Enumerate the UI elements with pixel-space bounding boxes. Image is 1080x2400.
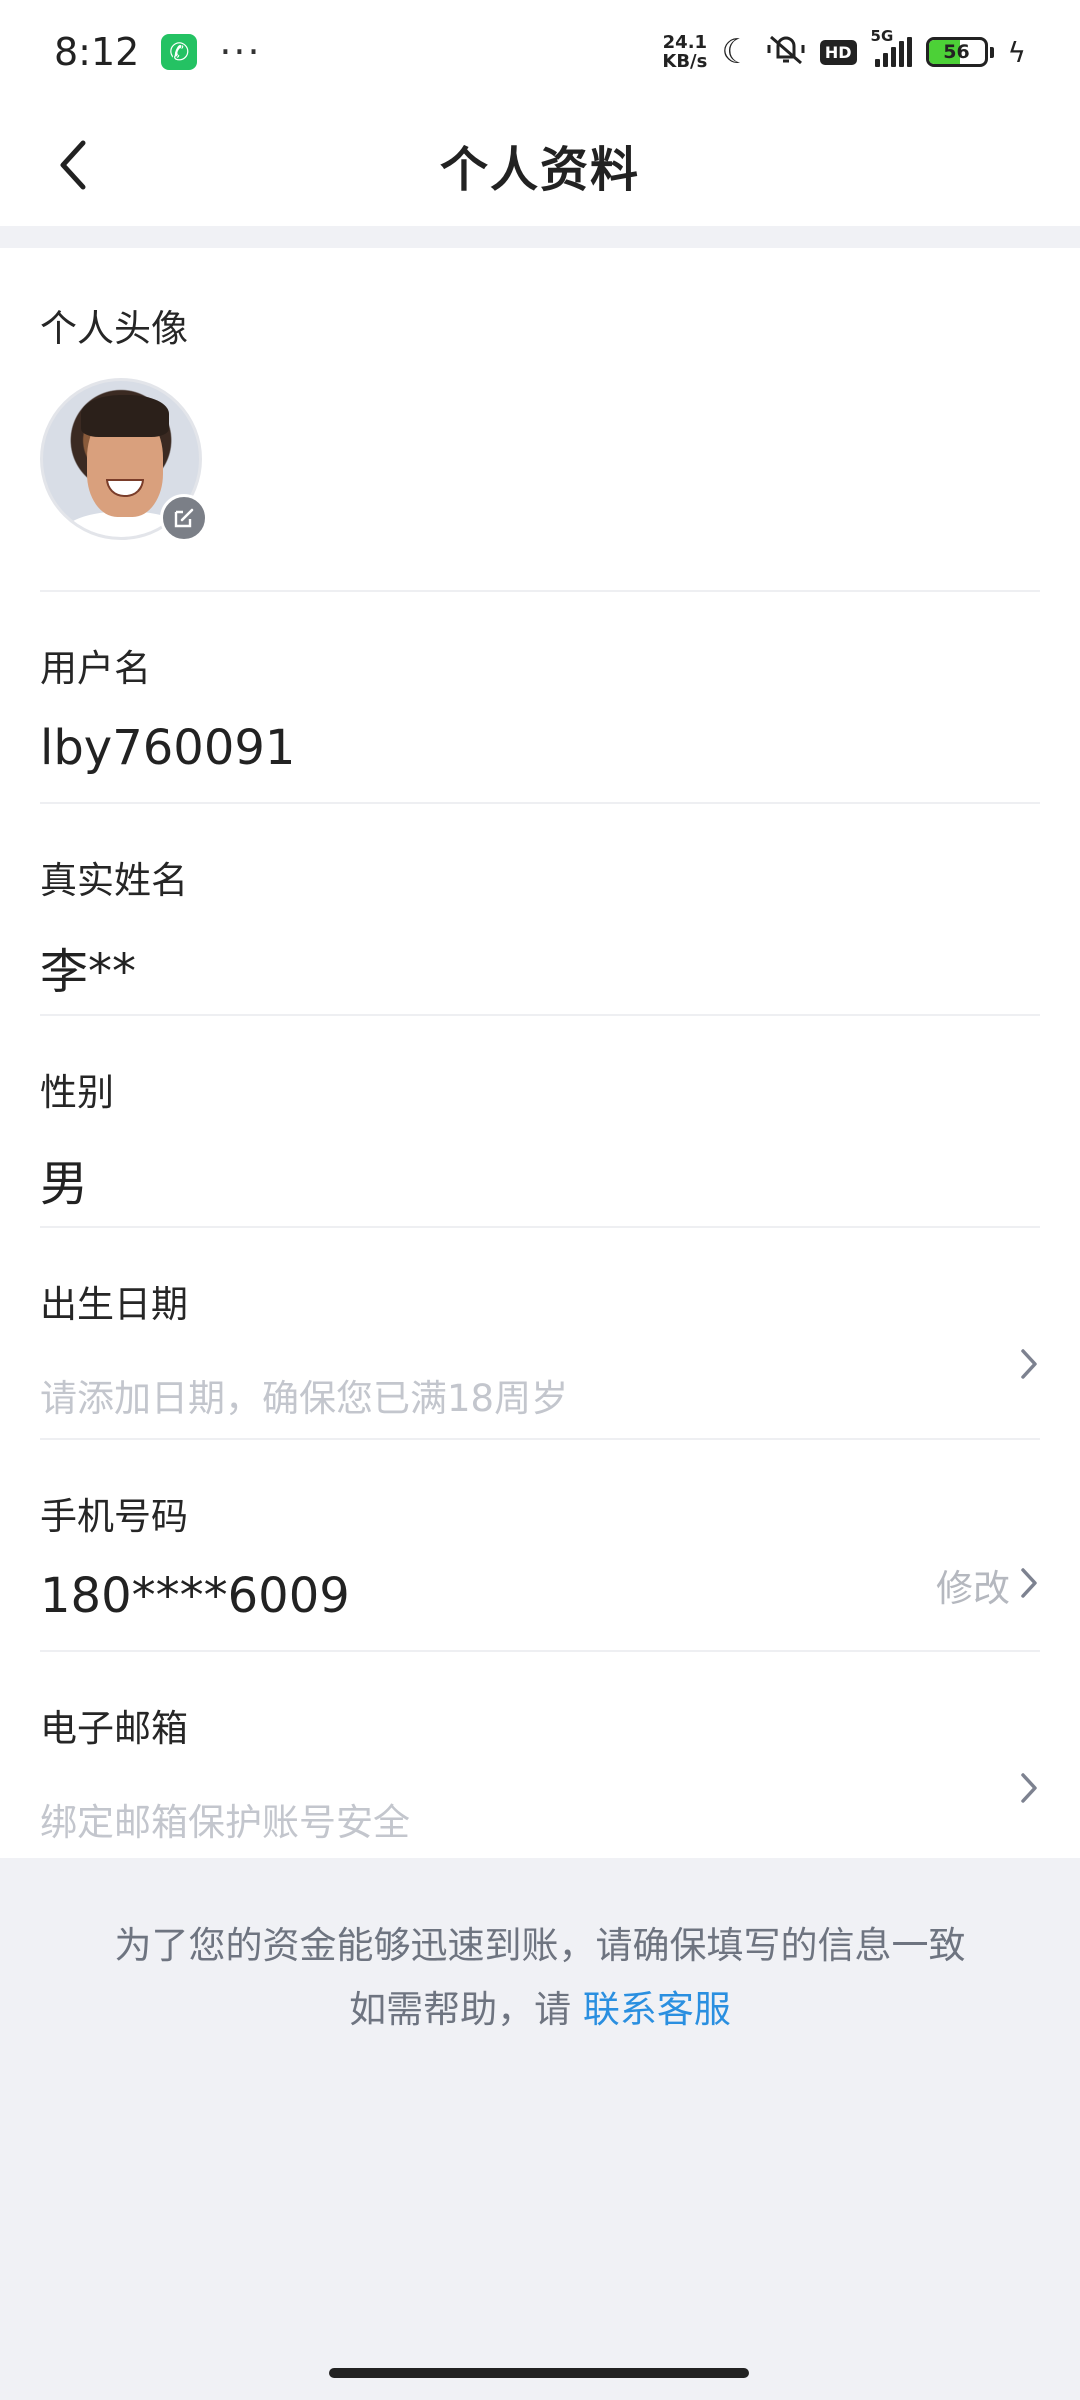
battery-percent: 56 bbox=[943, 41, 970, 63]
chevron-right-icon bbox=[1018, 1565, 1040, 1605]
chevron-left-icon bbox=[60, 140, 86, 190]
network-speed-value: 24.1 bbox=[662, 32, 708, 53]
moon-icon: ☾ bbox=[721, 32, 752, 72]
profile-list: 个人头像 用户名 lby760091 真实姓名 李** 性别 男 出生日期 请添… bbox=[0, 248, 1080, 1864]
birthday-placeholder: 请添加日期，确保您已满18周岁 bbox=[40, 1377, 569, 1420]
birthday-row[interactable]: 出生日期 请添加日期，确保您已满18周岁 bbox=[40, 1228, 1040, 1440]
signal-icon: 5G bbox=[871, 27, 912, 67]
charging-bolt-icon: ϟ bbox=[1007, 35, 1026, 69]
network-speed: 24.1 KB/s bbox=[662, 33, 707, 71]
gender-row: 性别 男 bbox=[40, 1016, 1040, 1228]
real-name-label: 真实姓名 bbox=[40, 859, 188, 902]
phone-modify-label: 修改 bbox=[936, 1567, 1010, 1610]
status-bar: 8:12 ✆ ··· 24.1 KB/s ☾ HD 5G 56 ϟ bbox=[0, 0, 1080, 104]
real-name-row: 真实姓名 李** bbox=[40, 804, 1040, 1016]
contact-support-link[interactable]: 联系客服 bbox=[583, 1988, 731, 2031]
notice-help-text: 如需帮助，请 bbox=[349, 1988, 583, 2031]
email-action[interactable] bbox=[1018, 1770, 1040, 1810]
phone-row[interactable]: 手机号码 180****6009 修改 bbox=[40, 1440, 1040, 1652]
chevron-right-icon bbox=[1018, 1770, 1040, 1810]
gender-value: 男 bbox=[40, 1156, 89, 1212]
page-title: 个人资料 bbox=[439, 142, 640, 198]
phone-modify-button[interactable]: 修改 bbox=[936, 1558, 1040, 1612]
email-label: 电子邮箱 bbox=[40, 1707, 188, 1750]
username-row: 用户名 lby760091 bbox=[40, 592, 1040, 804]
notice-line-1: 为了您的资金能够迅速到账，请确保填写的信息一致 bbox=[114, 1924, 966, 1967]
status-time: 8:12 bbox=[54, 30, 140, 74]
email-placeholder: 绑定邮箱保护账号安全 bbox=[40, 1801, 410, 1844]
battery-icon: 56 bbox=[925, 37, 994, 67]
info-notice: 为了您的资金能够迅速到账，请确保填写的信息一致 如需帮助，请 联系客服 bbox=[0, 1914, 1080, 2042]
phone-call-icon: ✆ bbox=[161, 34, 198, 70]
avatar-row: 个人头像 bbox=[40, 248, 1040, 592]
birthday-action[interactable] bbox=[1018, 1346, 1040, 1386]
more-notifications-icon: ··· bbox=[219, 30, 262, 74]
real-name-value: 李** bbox=[40, 944, 137, 1000]
username-label: 用户名 bbox=[40, 647, 151, 690]
profile-screen: 8:12 ✆ ··· 24.1 KB/s ☾ HD 5G 56 ϟ 个人资料 个… bbox=[0, 0, 1080, 2400]
hd-icon: HD bbox=[819, 39, 857, 65]
page-header: 个人资料 bbox=[0, 104, 1080, 226]
status-bar-left: 8:12 ✆ ··· bbox=[54, 30, 262, 74]
username-value: lby760091 bbox=[40, 720, 296, 776]
notice-line-2: 如需帮助，请 联系客服 bbox=[0, 1978, 1080, 2042]
footer-area: 为了您的资金能够迅速到账，请确保填写的信息一致 如需帮助，请 联系客服 bbox=[0, 1858, 1080, 2400]
phone-label: 手机号码 bbox=[40, 1495, 188, 1538]
network-type: 5G bbox=[870, 27, 894, 45]
home-indicator[interactable] bbox=[329, 2368, 749, 2378]
avatar-label: 个人头像 bbox=[40, 307, 188, 350]
mute-vibrate-icon bbox=[766, 31, 806, 73]
status-bar-right: 24.1 KB/s ☾ HD 5G 56 ϟ bbox=[662, 27, 1026, 73]
edit-icon[interactable] bbox=[160, 494, 208, 542]
network-speed-unit: KB/s bbox=[662, 51, 708, 72]
chevron-right-icon bbox=[1018, 1346, 1040, 1386]
birthday-label: 出生日期 bbox=[40, 1283, 188, 1326]
email-row[interactable]: 电子邮箱 绑定邮箱保护账号安全 bbox=[40, 1652, 1040, 1864]
header-divider-band bbox=[0, 226, 1080, 248]
phone-value: 180****6009 bbox=[40, 1568, 350, 1624]
gender-label: 性别 bbox=[40, 1071, 114, 1114]
back-button[interactable] bbox=[38, 128, 108, 202]
avatar-button[interactable] bbox=[40, 378, 208, 542]
